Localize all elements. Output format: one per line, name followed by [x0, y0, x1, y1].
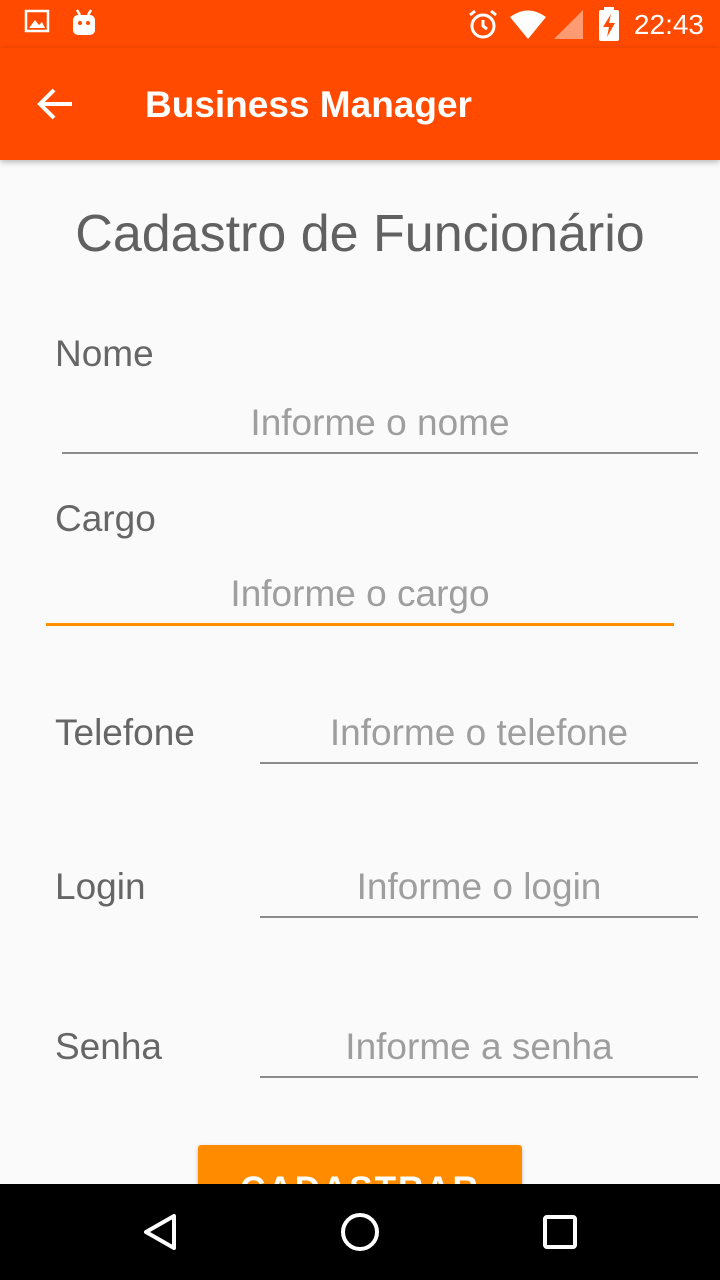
nav-back-button[interactable]: [130, 1202, 190, 1262]
status-time: 22:43: [633, 9, 704, 40]
login-label: Login: [55, 866, 146, 907]
back-triangle-icon: [130, 1214, 190, 1266]
nome-input[interactable]: [62, 394, 698, 454]
senha-input[interactable]: [260, 1018, 698, 1078]
home-circle-icon: [330, 1213, 390, 1266]
cargo-input[interactable]: [46, 564, 674, 626]
wifi-icon: [509, 8, 547, 45]
nav-home-button[interactable]: [330, 1202, 390, 1262]
arrow-back-icon: [24, 88, 88, 136]
image-notification-icon: [24, 8, 50, 39]
telefone-label: Telefone: [55, 712, 195, 753]
battery-charging-icon: [597, 6, 621, 47]
telefone-input[interactable]: [260, 704, 698, 764]
nome-label: Nome: [55, 333, 154, 374]
app-bar: Business Manager: [0, 48, 720, 160]
nav-recents-button[interactable]: [530, 1202, 590, 1262]
android-notification-icon: [70, 8, 98, 43]
navigation-bar: [0, 1184, 720, 1280]
app-title: Business Manager: [145, 84, 472, 125]
alarm-icon: [466, 7, 500, 46]
page-title: Cadastro de Funcionário: [75, 205, 645, 263]
senha-label: Senha: [55, 1026, 162, 1067]
login-input[interactable]: [260, 858, 698, 918]
signal-icon: [552, 8, 584, 45]
status-bar: 22:43: [0, 0, 720, 48]
recents-square-icon: [530, 1215, 590, 1266]
back-button[interactable]: [24, 76, 88, 132]
cargo-label: Cargo: [55, 498, 156, 539]
